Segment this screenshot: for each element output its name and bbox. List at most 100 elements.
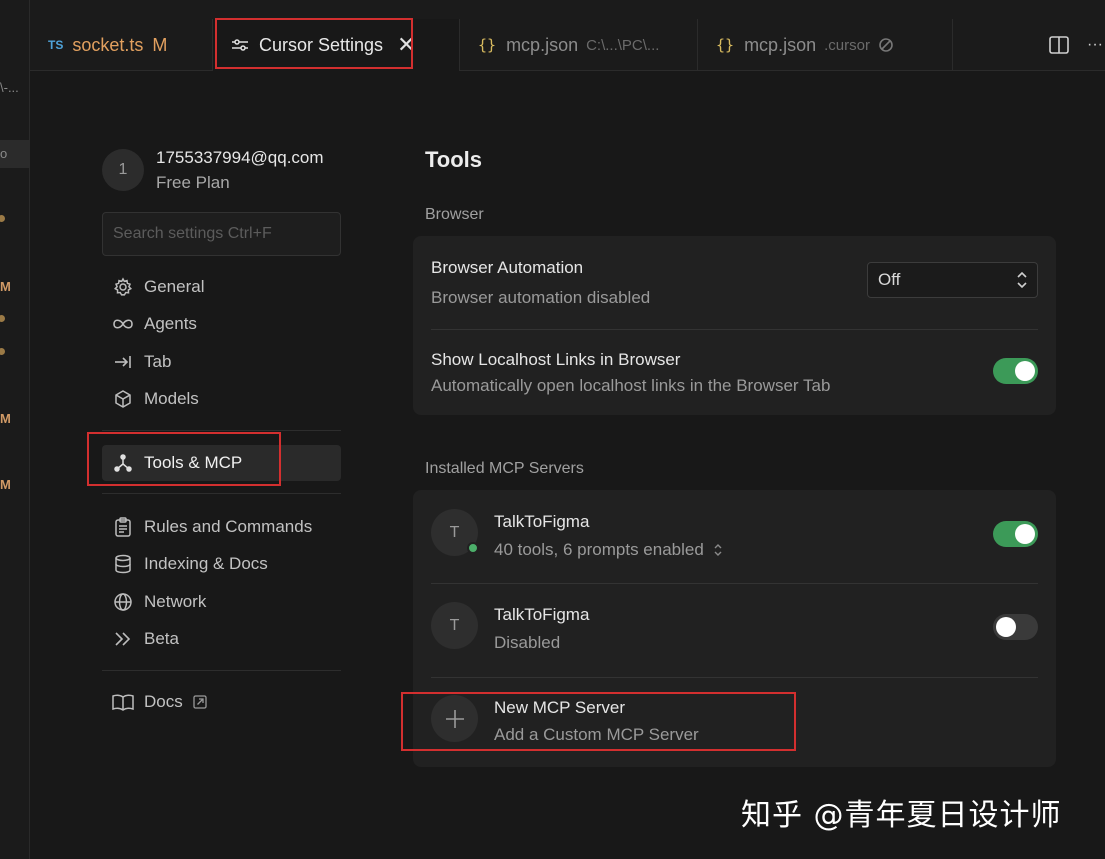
- server-enable-toggle[interactable]: [993, 521, 1038, 547]
- sidebar-item-label: Models: [144, 389, 199, 409]
- sidebar-item-label: Docs: [144, 691, 183, 711]
- row-subtitle: Browser automation disabled: [431, 288, 651, 307]
- server-subtitle: Disabled: [494, 633, 561, 652]
- localhost-links-row: Show Localhost Links in Browser Automati…: [431, 330, 1038, 415]
- server-avatar: T: [431, 509, 479, 556]
- sidebar-divider: [102, 493, 341, 494]
- tools-icon: [112, 452, 134, 474]
- tab-label: socket.ts: [72, 34, 144, 55]
- sidebar-item-models[interactable]: Models: [102, 381, 341, 419]
- modified-marker: M: [0, 411, 11, 426]
- browser-automation-row: Browser Automation Browser automation di…: [431, 236, 1038, 329]
- section-label-mcp: Installed MCP Servers: [425, 460, 584, 477]
- database-icon: [112, 553, 134, 575]
- server-avatar: T: [431, 602, 478, 649]
- sidebar-item-indexing[interactable]: Indexing & Docs: [102, 546, 341, 584]
- expand-chevron-icon: [712, 541, 724, 559]
- mcp-server-row: T TalkToFigma Disabled: [431, 584, 1038, 677]
- explorer-selected-row[interactable]: o: [0, 140, 30, 168]
- sidebar-item-tab[interactable]: Tab: [102, 343, 341, 381]
- tab-path: C:\...\PC\...: [586, 36, 660, 54]
- server-text: TalkToFigma 40 tools, 6 prompts enabled: [494, 512, 724, 560]
- plus-icon: [431, 695, 478, 742]
- row-title: Browser Automation: [431, 258, 584, 277]
- row-title: Show Localhost Links in Browser: [431, 350, 681, 369]
- server-enable-toggle[interactable]: [993, 614, 1038, 640]
- new-server-text: New MCP Server Add a Custom MCP Server: [494, 698, 699, 745]
- localhost-links-toggle[interactable]: [993, 358, 1038, 384]
- select-value: Off: [878, 270, 901, 289]
- new-server-subtitle: Add a Custom MCP Server: [494, 725, 699, 744]
- status-dot-online: [467, 542, 479, 554]
- modified-status: M: [152, 34, 168, 55]
- more-actions-icon[interactable]: ···: [1087, 36, 1103, 54]
- modified-dot: [0, 215, 5, 222]
- avatar: 1: [102, 149, 144, 191]
- browser-card: Browser Automation Browser automation di…: [413, 236, 1056, 415]
- search-input[interactable]: [113, 225, 340, 243]
- server-subtitle: 40 tools, 6 prompts enabled: [494, 540, 704, 559]
- user-plan: Free Plan: [156, 172, 230, 192]
- sidebar-item-label: Tools & MCP: [144, 453, 243, 472]
- browser-automation-select[interactable]: Off: [867, 262, 1038, 298]
- settings-nav-secondary: Rules and Commands Indexing & Docs Netwo…: [102, 508, 341, 658]
- explorer-strip: \-... o M M M: [0, 0, 30, 859]
- sidebar-divider: [102, 670, 341, 671]
- updown-chevron-icon: [1015, 269, 1029, 296]
- toggle-knob: [1015, 361, 1035, 381]
- sidebar-item-docs[interactable]: Docs: [102, 683, 341, 721]
- section-label-browser: Browser: [425, 206, 484, 223]
- tab-label: mcp.json: [506, 34, 579, 55]
- tab-path: .cursor: [824, 36, 870, 54]
- typescript-icon: TS: [48, 38, 64, 52]
- editor-tab-bar: TS socket.ts M Cursor Settings ✕ {} mcp.…: [30, 19, 1105, 71]
- modified-marker: M: [0, 279, 11, 294]
- user-info: 1 1755337994@qq.com Free Plan: [102, 140, 341, 200]
- external-link-icon: [193, 695, 207, 709]
- sidebar-item-general[interactable]: General: [102, 268, 341, 306]
- sidebar-item-label: Agents: [144, 314, 197, 334]
- tab-mcp-json-cursor[interactable]: {} mcp.json .cursor: [698, 19, 953, 71]
- title-strip: [30, 0, 1105, 19]
- editor-actions: ···: [1049, 19, 1105, 71]
- close-icon[interactable]: ✕: [397, 32, 415, 58]
- book-icon: [112, 691, 134, 713]
- explorer-selected-partial: o: [0, 146, 8, 161]
- tab-cursor-settings[interactable]: Cursor Settings ✕: [213, 19, 460, 71]
- page-title: Tools: [425, 147, 483, 172]
- sidebar-item-tools-mcp[interactable]: Tools & MCP: [102, 445, 341, 481]
- globe-icon: [112, 591, 134, 613]
- new-mcp-server-row[interactable]: New MCP Server Add a Custom MCP Server: [431, 678, 1038, 767]
- cube-icon: [112, 388, 134, 410]
- sidebar-divider: [102, 430, 341, 431]
- server-text: TalkToFigma Disabled: [494, 605, 589, 653]
- toggle-knob: [1015, 524, 1035, 544]
- tab-arrow-icon: [112, 351, 134, 373]
- settings-nav: General Agents Tab Models: [102, 268, 341, 418]
- deleted-icon: [878, 37, 894, 53]
- sidebar-item-agents[interactable]: Agents: [102, 306, 341, 344]
- new-server-title: New MCP Server: [494, 698, 625, 717]
- double-chevron-icon: [112, 628, 134, 650]
- server-name: TalkToFigma: [494, 512, 590, 531]
- sidebar-item-label: Network: [144, 591, 207, 611]
- sidebar-item-label: Rules and Commands: [144, 516, 313, 536]
- tab-mcp-json-global[interactable]: {} mcp.json C:\...\PC\...: [460, 19, 698, 71]
- mcp-server-row: T TalkToFigma 40 tools, 6 prompts enable…: [431, 490, 1038, 583]
- sidebar-item-network[interactable]: Network: [102, 583, 341, 621]
- split-editor-icon[interactable]: [1049, 36, 1069, 54]
- server-name: TalkToFigma: [494, 605, 590, 624]
- clipboard-icon: [112, 516, 134, 538]
- settings-main: Tools Browser Browser Automation Browser…: [413, 140, 1056, 767]
- server-tools-summary[interactable]: 40 tools, 6 prompts enabled: [494, 540, 724, 560]
- modified-dot: [0, 348, 5, 355]
- tab-socket-ts[interactable]: TS socket.ts M: [30, 19, 213, 71]
- toggle-knob: [996, 617, 1016, 637]
- user-email: 1755337994@qq.com: [156, 147, 324, 167]
- sidebar-item-rules[interactable]: Rules and Commands: [102, 508, 341, 546]
- json-icon: {}: [716, 36, 735, 54]
- sliders-icon: [231, 37, 249, 53]
- sidebar-item-beta[interactable]: Beta: [102, 621, 341, 659]
- settings-search[interactable]: [102, 212, 341, 256]
- sidebar-item-label: Tab: [144, 351, 172, 371]
